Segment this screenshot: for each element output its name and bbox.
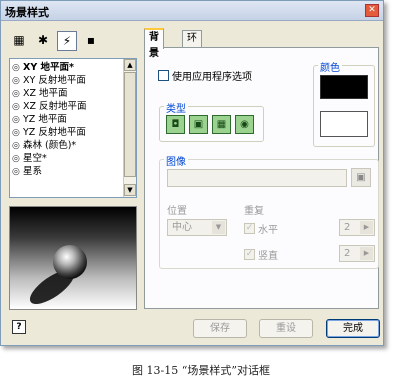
list-item[interactable]: ◎ YZ 地平面 [10,113,124,126]
solid-type-icon[interactable]: ◘ [166,115,185,134]
horizontal-checkbox[interactable]: ✓ 水平 [244,221,278,236]
list-item[interactable]: ◎ YZ 反射地平面 [10,126,124,139]
list-item[interactable]: ◎ XY 地平面* [10,61,124,74]
horizontal-repeat-spinner[interactable]: 2 ▶ [339,219,375,236]
scroll-up-icon[interactable]: ▲ [124,59,136,71]
list-item[interactable]: ◎ 星系 [10,165,124,178]
repeat-label: 重复 [244,206,264,217]
scroll-thumb[interactable] [124,72,136,177]
vertical-repeat-spinner[interactable]: 2 ▶ [339,245,375,262]
scene-styles-icon[interactable]: ▦ [9,31,29,51]
dialog-title: 场景样式 [5,6,49,19]
secondary-color-swatch[interactable] [320,111,368,137]
list-item[interactable]: ◎ XZ 反射地平面 [10,100,124,113]
list-scrollbar[interactable]: ▲ ▼ [123,59,136,197]
sphere-type-icon[interactable]: ◉ [235,115,254,134]
preview-sphere-icon [29,245,87,305]
type-group: 类型 ◘ ▣ ▦ ◉ [159,100,264,142]
help-button[interactable]: ? [12,320,26,334]
gradient-type-icon[interactable]: ▣ [189,115,208,134]
list-item[interactable]: ◎ XY 反射地平面 [10,74,124,87]
done-button[interactable]: 完成 [326,319,380,338]
image-path-field[interactable] [167,169,347,187]
chevron-right-icon: ▶ [360,221,373,234]
list-item[interactable]: ◎ XZ 地平面 [10,87,124,100]
list-item[interactable]: ◎ 森林 (颜色)* [10,139,124,152]
save-button[interactable]: 保存 [193,319,247,338]
scene-styles-dialog: 场景样式 ✕ ▦ ✱ ⚡ ▪ ◎ XY 地平面* ◎ XY 反射地平面 ◎ XZ 地平… [0,0,384,346]
image-type-icon[interactable]: ▦ [212,115,231,134]
lights-icon[interactable]: ✱ [33,31,53,51]
scene-style-list[interactable]: ◎ XY 地平面* ◎ XY 反射地平面 ◎ XZ 地平面 ◎ XZ 反射地平面 ◎ YZ… [9,58,137,198]
vertical-checkbox[interactable]: ✓ 竖直 [244,247,278,262]
scene-preview [9,206,137,310]
figure-caption: 图 13-15 “场景样式”对话框 [132,364,270,377]
chevron-right-icon: ▶ [360,247,373,260]
scene-bullet-icon: ◎ [12,167,20,177]
browse-image-icon[interactable]: ▣ [351,168,371,187]
tab-environment[interactable]: 环境 [182,30,202,60]
primary-color-swatch[interactable] [320,75,368,99]
reset-button[interactable]: 重设 [259,319,313,338]
background-icon[interactable]: ▪ [81,31,101,51]
position-label: 位置 [167,206,187,217]
title-bar: 场景样式 ✕ [1,1,383,21]
close-button[interactable]: ✕ [365,4,379,17]
tab-background[interactable]: 背景 [144,28,164,59]
use-app-options-checkbox[interactable]: 使用应用程序选项 [158,68,252,83]
sunlight-icon[interactable]: ⚡ [57,31,77,51]
chevron-down-icon: ▼ [212,221,225,234]
list-item[interactable]: ◎ 星空* [10,152,124,165]
scroll-down-icon[interactable]: ▼ [124,184,136,196]
position-dropdown[interactable]: 中心 ▼ [167,219,227,236]
color-group: 颜色 [313,59,375,147]
